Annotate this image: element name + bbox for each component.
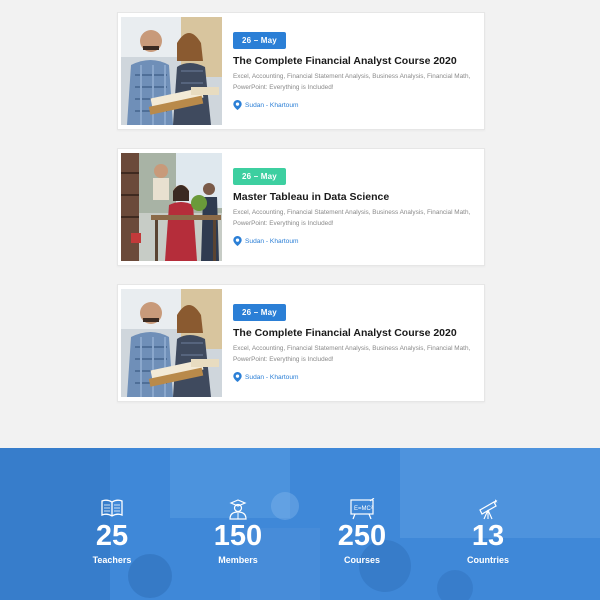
event-location: Sudan - Khartoum <box>233 100 474 110</box>
stat-countries: 13 Countries <box>438 498 538 565</box>
map-pin-icon <box>233 372 242 382</box>
graduate-icon <box>229 499 247 520</box>
stat-courses: E=MC² 250 Courses <box>312 498 412 565</box>
stat-number: 25 <box>95 520 129 552</box>
stat-label: Teachers <box>92 555 132 565</box>
location-text: Sudan - Khartoum <box>245 101 299 109</box>
map-pin-icon <box>233 100 242 110</box>
event-image[interactable] <box>121 17 222 125</box>
stat-number: 13 <box>471 520 505 552</box>
event-location: Sudan - Khartoum <box>233 236 474 246</box>
stat-label: Members <box>218 555 258 565</box>
date-badge: 26 – May <box>233 32 286 49</box>
location-text: Sudan - Khartoum <box>245 373 299 381</box>
stat-number: 250 <box>337 520 387 552</box>
event-title[interactable]: Master Tableau in Data Science <box>233 191 474 204</box>
event-description: Excel, Accounting, Financial Statement A… <box>233 345 471 363</box>
svg-text:E=MC²: E=MC² <box>354 506 373 512</box>
stats-section: 25 Teachers 150 Members E=MC² 250 Course… <box>0 448 600 600</box>
event-image[interactable] <box>121 289 222 397</box>
location-text: Sudan - Khartoum <box>245 237 299 245</box>
event-description: Excel, Accounting, Financial Statement A… <box>233 209 471 227</box>
event-card[interactable]: 26 – May The Complete Financial Analyst … <box>117 12 485 130</box>
event-description: Excel, Accounting, Financial Statement A… <box>233 73 471 91</box>
events-list: 26 – May The Complete Financial Analyst … <box>117 12 485 420</box>
telescope-icon <box>479 499 498 520</box>
stat-label: Countries <box>466 555 509 565</box>
stat-members: 150 Members <box>188 498 288 565</box>
event-title[interactable]: The Complete Financial Analyst Course 20… <box>233 327 474 340</box>
event-card[interactable]: 26 – May The Complete Financial Analyst … <box>117 284 485 402</box>
date-badge: 26 – May <box>233 304 286 321</box>
stat-teachers: 25 Teachers <box>62 498 162 565</box>
date-badge: 26 – May <box>233 168 286 185</box>
book-icon <box>101 499 123 517</box>
event-location: Sudan - Khartoum <box>233 372 474 382</box>
stat-label: Courses <box>343 555 380 565</box>
formula-board-icon: E=MC² <box>350 498 375 520</box>
event-card[interactable]: 26 – May Master Tableau in Data Science … <box>117 148 485 266</box>
stat-number: 150 <box>213 520 263 552</box>
map-pin-icon <box>233 236 242 246</box>
event-image[interactable] <box>121 153 222 261</box>
event-title[interactable]: The Complete Financial Analyst Course 20… <box>233 55 474 68</box>
